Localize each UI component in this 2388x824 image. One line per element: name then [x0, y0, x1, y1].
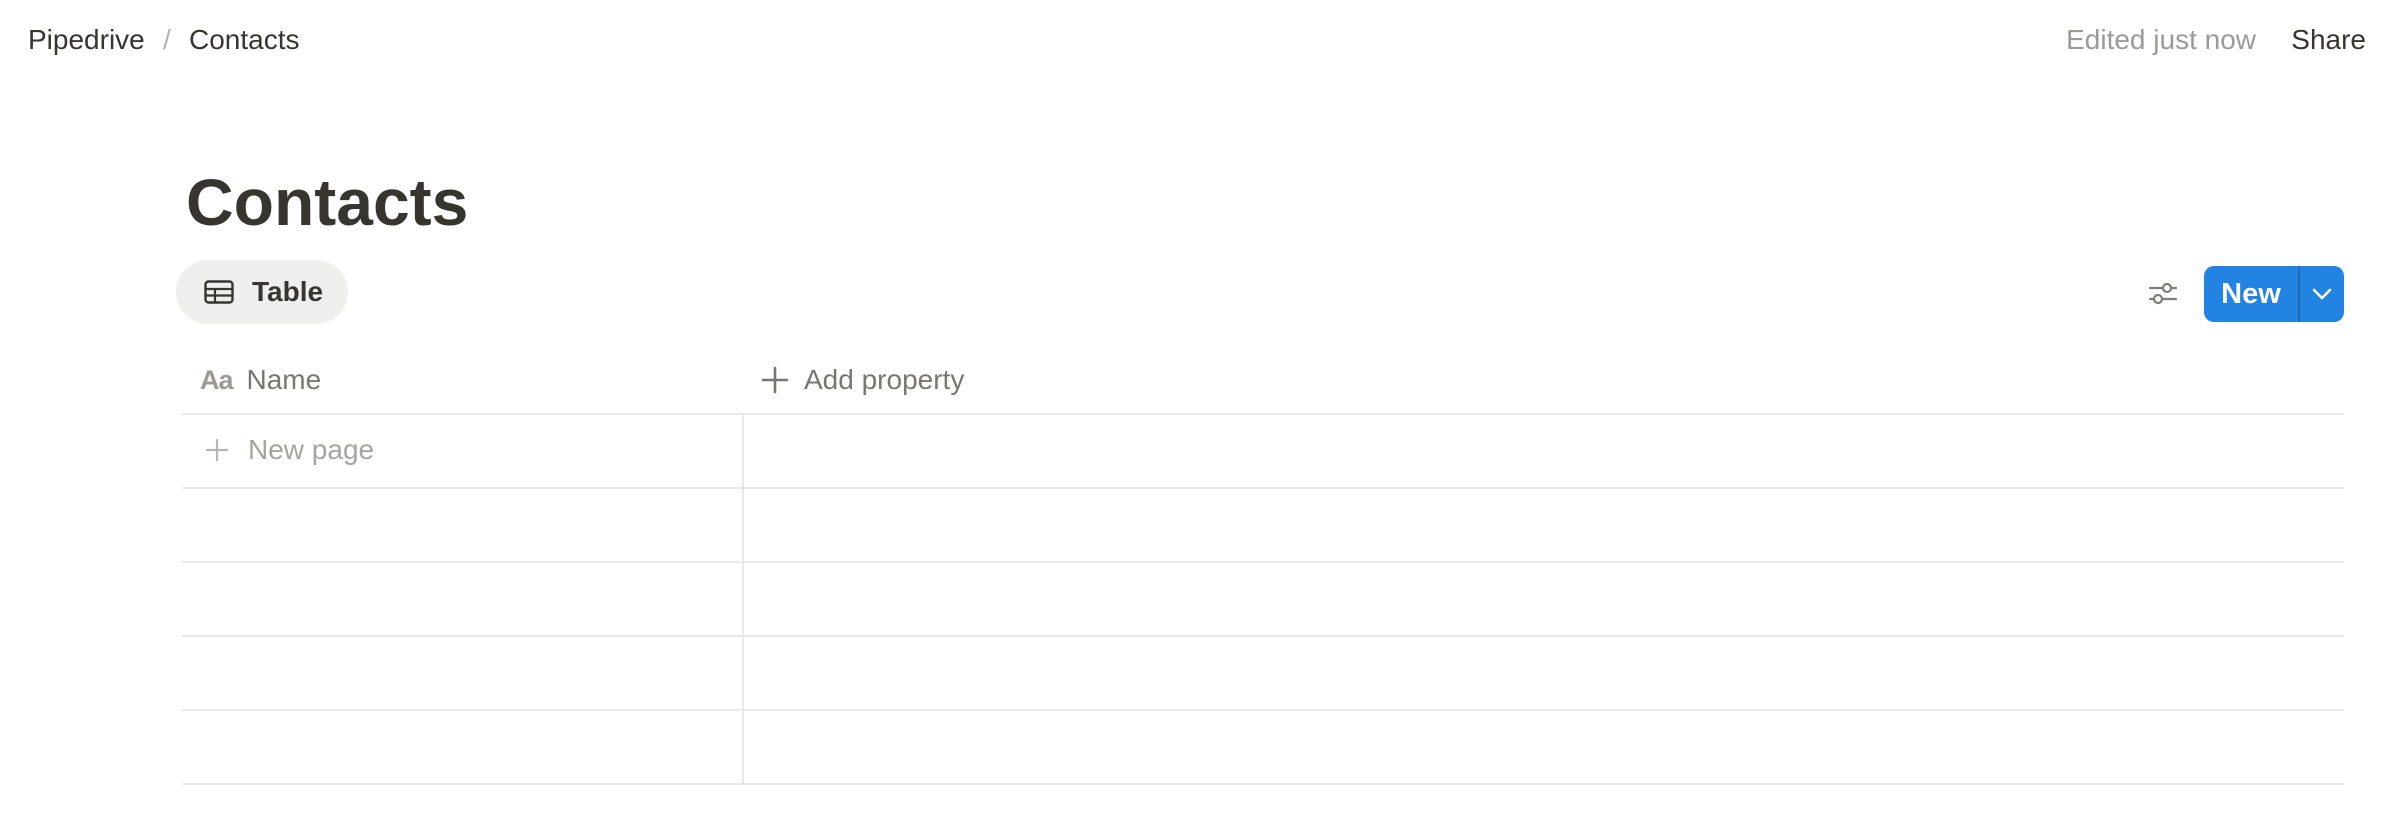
tab-label: Table	[252, 276, 324, 307]
breadcrumb-page[interactable]: Contacts	[189, 22, 300, 58]
add-property-label: Add property	[804, 364, 965, 395]
sliders-icon[interactable]	[2146, 276, 2180, 310]
column-divider	[742, 414, 744, 784]
table-row[interactable]	[182, 563, 2344, 635]
table-row[interactable]	[182, 489, 2344, 561]
new-button[interactable]: New	[2204, 266, 2298, 322]
top-bar: Pipedrive / Contacts Edited just now Sha…	[0, 0, 2388, 80]
column-header-name[interactable]: Aa Name	[200, 358, 321, 402]
chevron-down-icon	[2312, 288, 2332, 300]
new-options-button[interactable]	[2300, 266, 2344, 322]
add-property-button[interactable]: Add property	[760, 358, 964, 402]
breadcrumb-workspace[interactable]: Pipedrive	[28, 22, 145, 58]
share-button[interactable]: Share	[2291, 22, 2366, 58]
table-icon	[204, 280, 234, 304]
new-page-label: New page	[248, 434, 375, 465]
edited-status: Edited just now	[2066, 24, 2256, 55]
new-page-button[interactable]: New page	[204, 428, 374, 472]
new-button-group: New	[2204, 266, 2344, 322]
breadcrumb-separator: /	[163, 24, 171, 55]
plus-icon	[761, 366, 789, 394]
text-property-icon: Aa	[200, 364, 234, 395]
table-header-divider	[182, 413, 2344, 415]
table-row[interactable]	[182, 637, 2344, 709]
column-header-label: Name	[246, 364, 322, 395]
tab-table-view[interactable]: Table	[176, 260, 348, 324]
contacts-table: Aa Name Add property New page	[182, 344, 2344, 785]
plus-icon	[205, 438, 229, 462]
page-title[interactable]: Contacts	[186, 160, 468, 244]
row-divider	[182, 783, 2344, 785]
table-row[interactable]	[182, 711, 2344, 783]
